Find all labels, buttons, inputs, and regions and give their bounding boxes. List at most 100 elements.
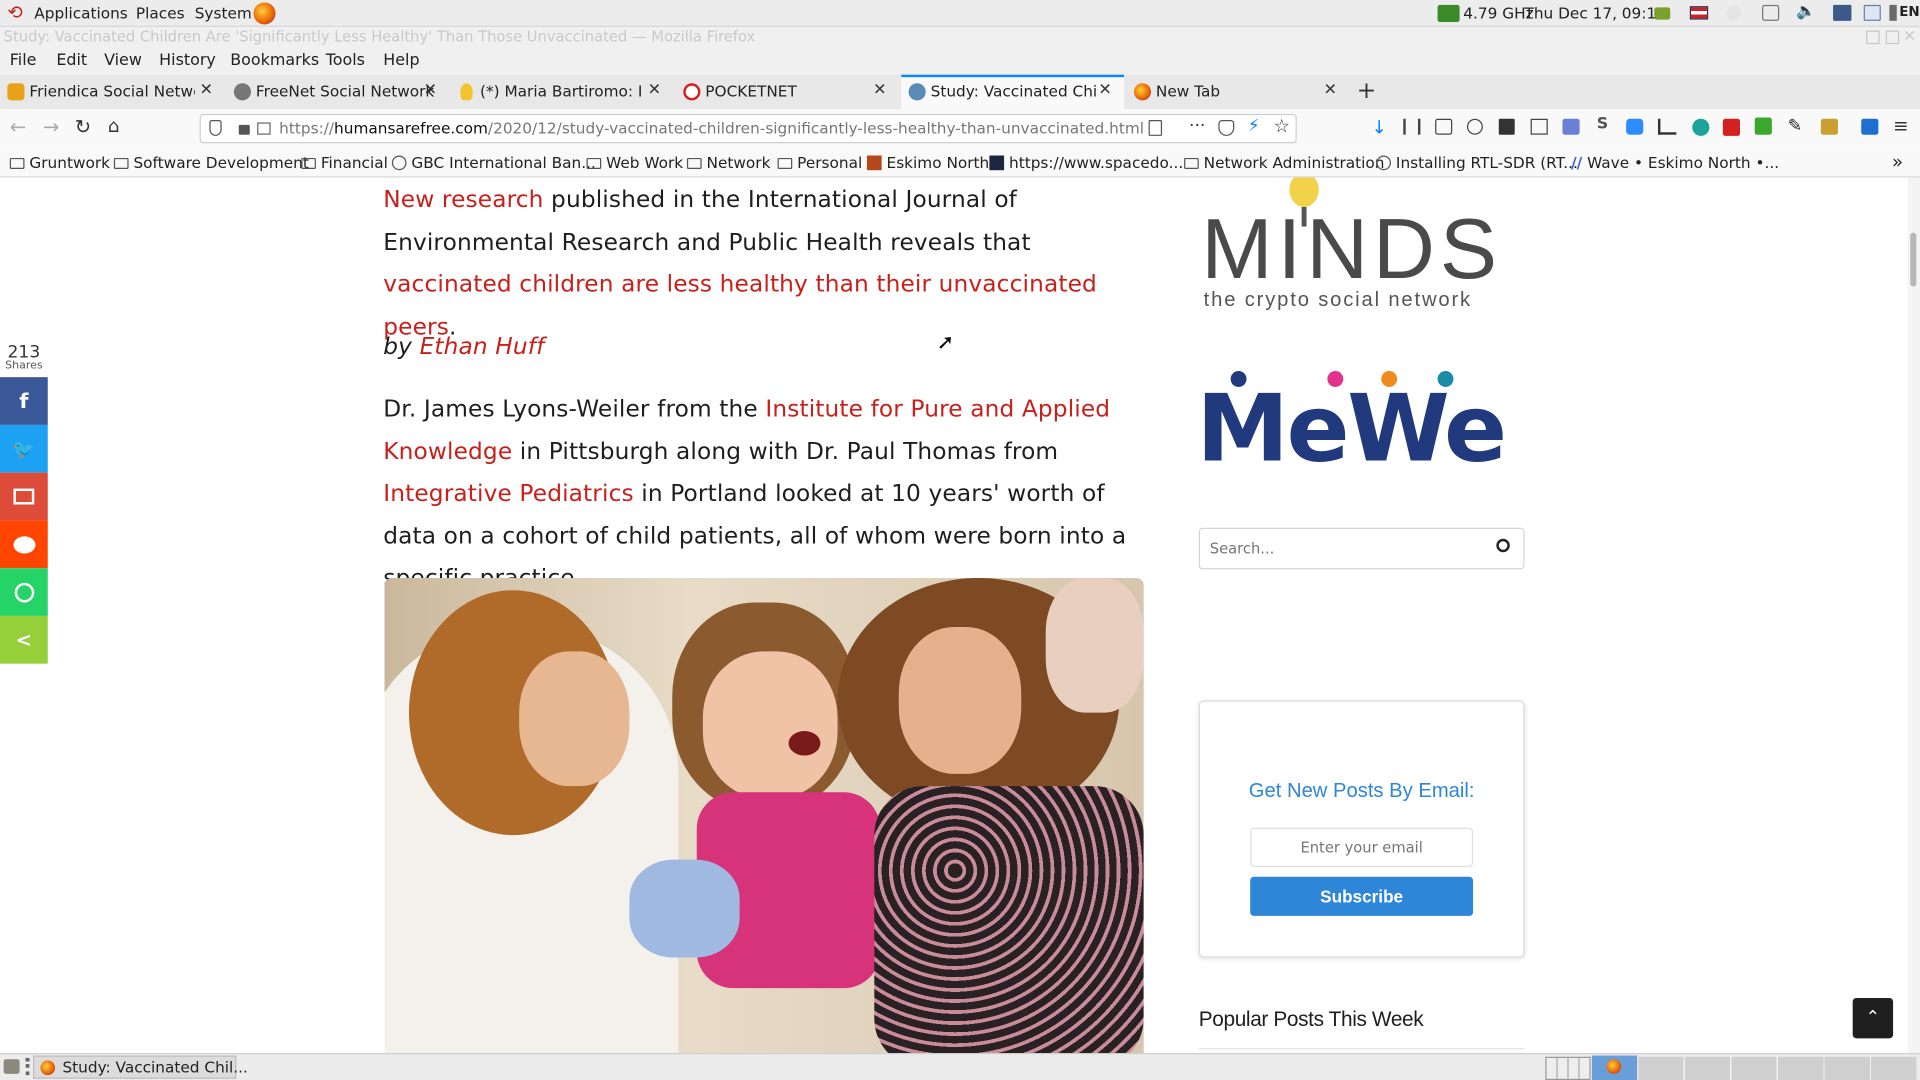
shield-icon[interactable]	[209, 120, 222, 136]
pin-icon[interactable]: ✎	[1788, 116, 1802, 136]
sidebar-icon[interactable]	[1435, 118, 1453, 135]
search-input[interactable]	[1200, 528, 1482, 569]
search-tray-icon[interactable]	[1762, 4, 1780, 21]
reload-button[interactable]: ↻	[75, 115, 91, 138]
keyboard-layout[interactable]: EN	[1899, 4, 1919, 20]
bookmark-gbc[interactable]: GBC International Ban...	[391, 153, 596, 171]
twitter-share-button[interactable]: 🐦	[0, 424, 48, 473]
bookmark-spacedo[interactable]: https://www.spacedo...	[989, 153, 1183, 171]
tab-freenet[interactable]: FreeNet Social Network ✕	[227, 75, 450, 109]
workspace-active[interactable]	[1591, 1055, 1638, 1080]
menu-help[interactable]: Help	[383, 51, 419, 69]
url-bar[interactable]: https://humansarefree.com/2020/12/study-…	[199, 113, 1297, 144]
green-extension-icon[interactable]	[1692, 118, 1710, 136]
account-icon[interactable]	[1466, 118, 1483, 135]
bookmark-network-administration[interactable]: Network Administration	[1184, 153, 1384, 171]
window-list-icon[interactable]	[1863, 4, 1881, 21]
workspace-list[interactable]	[1638, 1056, 1918, 1080]
bookmark-rtl-sdr[interactable]: Installing RTL-SDR (RT...	[1376, 153, 1578, 171]
extension-icon[interactable]	[1498, 118, 1515, 135]
close-tab-icon[interactable]: ✕	[424, 81, 437, 99]
scrollbar-thumb[interactable]	[1910, 232, 1917, 287]
minimize-button[interactable]	[1866, 30, 1880, 45]
generic-share-button[interactable]: <	[0, 615, 48, 664]
display-icon[interactable]	[1833, 4, 1852, 21]
lock-icon[interactable]	[238, 124, 250, 135]
lightning-icon[interactable]: ⚡	[1248, 116, 1260, 136]
download-helper-icon[interactable]	[1754, 117, 1772, 135]
subscribe-button[interactable]: Subscribe	[1250, 876, 1474, 916]
whatsapp-share-button[interactable]	[0, 568, 48, 616]
minds-banner[interactable]: MINDS the crypto social network	[1199, 177, 1525, 322]
new-research-link[interactable]: New research	[383, 186, 543, 213]
menu-history[interactable]: History	[159, 51, 216, 69]
menu-view[interactable]: View	[104, 51, 142, 69]
scroll-to-top-button[interactable]: ⌃	[1852, 997, 1894, 1039]
close-tab-icon[interactable]: ✕	[648, 81, 661, 99]
tab-friendica[interactable]: Friendica Social Network ✕	[0, 75, 224, 109]
bookmark-network[interactable]: Network	[686, 153, 770, 171]
workspace-switcher[interactable]	[1545, 1056, 1591, 1080]
show-desktop-icon[interactable]	[3, 1059, 20, 1074]
menu-bookmarks[interactable]: Bookmarks	[230, 51, 319, 69]
screenshot-icon[interactable]	[1530, 118, 1548, 135]
back-button[interactable]: ←	[10, 115, 26, 138]
debian-icon[interactable]: ⟲	[7, 1, 22, 23]
volume-icon[interactable]: 🔈	[1796, 2, 1816, 20]
status-icon[interactable]	[1726, 6, 1742, 21]
applications-menu[interactable]: Applications	[34, 4, 128, 22]
integrative-pediatrics-link[interactable]: Integrative Pediatrics	[383, 480, 633, 507]
search-icon[interactable]	[1496, 538, 1510, 553]
system-menu[interactable]: System	[195, 4, 252, 22]
taskbar-window-button[interactable]: Study: Vaccinated Chil...	[33, 1055, 248, 1079]
tab-maria-bartiromo[interactable]: (*) Maria Bartiromo: Inte ✕	[451, 75, 674, 109]
home-button[interactable]: ⌂	[108, 115, 120, 137]
reddit-share-button[interactable]	[0, 520, 48, 569]
flag-icon[interactable]	[1689, 6, 1709, 20]
hamburger-menu-icon[interactable]: ≡	[1893, 115, 1908, 137]
close-tab-icon[interactable]: ✕	[200, 81, 213, 99]
menu-file[interactable]: File	[10, 51, 37, 69]
firefox-launcher-icon[interactable]	[253, 2, 276, 25]
chart-extension-icon[interactable]	[1657, 118, 1677, 135]
s-extension-icon[interactable]: S	[1597, 115, 1608, 133]
close-tab-icon[interactable]: ✕	[1324, 81, 1337, 99]
downloads-icon[interactable]: ↓	[1371, 116, 1386, 138]
email-share-button[interactable]	[0, 472, 48, 521]
bookmark-personal[interactable]: Personal	[777, 153, 862, 171]
extensions-overflow-icon[interactable]	[1861, 118, 1879, 135]
maximize-button[interactable]	[1885, 30, 1900, 45]
bookmark-financial[interactable]: Financial	[301, 153, 388, 171]
bookmark-web-work[interactable]: Web Work	[586, 153, 683, 171]
places-menu[interactable]: Places	[136, 4, 185, 22]
bookmarks-overflow-icon[interactable]: »	[1892, 151, 1903, 173]
new-tab-button[interactable]: +	[1357, 77, 1376, 104]
clock[interactable]: Thu Dec 17, 09:14	[1525, 4, 1666, 22]
reader-view-icon[interactable]	[1148, 120, 1163, 136]
zoom-icon[interactable]	[1626, 118, 1644, 135]
close-tab-icon[interactable]: ✕	[1098, 81, 1111, 99]
page-actions-icon[interactable]: ···	[1189, 116, 1205, 136]
bookmark-wave[interactable]: //Wave • Eskimo North •...	[1571, 153, 1779, 171]
page-scrollbar[interactable]	[1907, 177, 1920, 1054]
bookmark-gruntwork[interactable]: Gruntwork	[9, 153, 110, 171]
bookmark-software-development[interactable]: Software Development	[113, 153, 309, 171]
mewe-banner[interactable]: MeWe	[1196, 371, 1525, 493]
close-tab-icon[interactable]: ✕	[873, 81, 886, 99]
pocket-icon[interactable]	[1218, 120, 1235, 136]
facebook-share-button[interactable]: f	[0, 377, 48, 425]
menu-tools[interactable]: Tools	[326, 51, 365, 69]
url-text[interactable]: https://humansarefree.com/2020/12/study-…	[279, 119, 1144, 137]
email-input[interactable]	[1250, 827, 1474, 867]
tab-new-tab[interactable]: New Tab ✕	[1127, 75, 1350, 109]
author-link[interactable]: Ethan Huff	[420, 333, 545, 360]
forward-button[interactable]: →	[43, 115, 59, 138]
tab-study-vaccinated[interactable]: Study: Vaccinated Childr ✕	[901, 74, 1125, 109]
close-window-button[interactable]: ×	[1903, 27, 1916, 45]
yellow-extension-icon[interactable]	[1820, 118, 1838, 135]
network-icon[interactable]	[1654, 7, 1671, 20]
bookmark-star-icon[interactable]: ☆	[1273, 115, 1289, 137]
tab-pocketnet[interactable]: POCKETNET ✕	[676, 75, 899, 109]
translate-icon[interactable]	[1562, 118, 1580, 135]
permissions-icon[interactable]	[257, 122, 271, 135]
